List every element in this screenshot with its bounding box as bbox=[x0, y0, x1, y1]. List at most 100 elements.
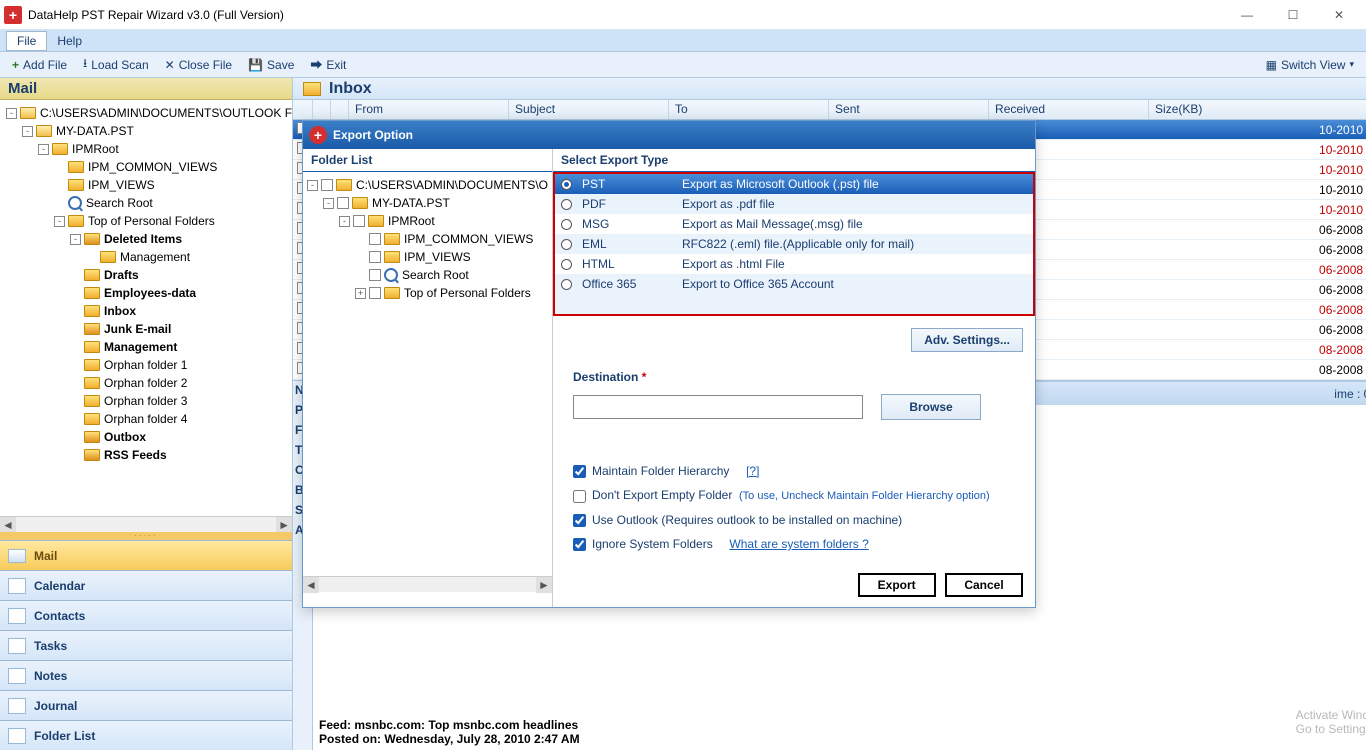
export-type-msg[interactable]: MSGExport as Mail Message(.msg) file bbox=[555, 214, 1033, 234]
folder-icon bbox=[303, 82, 321, 96]
folder-icon bbox=[100, 251, 116, 263]
expander-icon[interactable]: - bbox=[323, 198, 334, 209]
close-file-button[interactable]: ✕Close File bbox=[157, 55, 240, 75]
empty-folder-checkbox[interactable]: Don't Export Empty Folder (To use, Unche… bbox=[573, 488, 1023, 502]
tree-item[interactable]: IPM_COMMON_VIEWS bbox=[0, 158, 292, 176]
tree-item[interactable]: Inbox bbox=[0, 302, 292, 320]
expander-icon[interactable]: - bbox=[38, 144, 49, 155]
dialog-tree-item[interactable]: IPM_VIEWS bbox=[303, 248, 552, 266]
tree-item[interactable]: Junk E-mail bbox=[0, 320, 292, 338]
checkbox[interactable] bbox=[321, 179, 333, 191]
tree-item[interactable]: Orphan folder 2 bbox=[0, 374, 292, 392]
destination-input[interactable] bbox=[573, 395, 863, 419]
navcat-mail[interactable]: Mail bbox=[0, 540, 292, 570]
dialog-tree-scrollbar[interactable]: ◄► bbox=[303, 576, 552, 592]
tree-item[interactable]: -Deleted Items bbox=[0, 230, 292, 248]
tree-item[interactable]: Orphan folder 3 bbox=[0, 392, 292, 410]
expander-icon[interactable]: - bbox=[70, 234, 81, 245]
radio-icon[interactable] bbox=[561, 199, 572, 210]
menu-help[interactable]: Help bbox=[47, 32, 92, 50]
dialog-tree-item[interactable]: Search Root bbox=[303, 266, 552, 284]
checkbox[interactable] bbox=[369, 233, 381, 245]
export-dialog: + Export Option Folder List -C:\USERS\AD… bbox=[302, 120, 1036, 608]
add-file-button[interactable]: +Add File bbox=[4, 55, 75, 75]
expander-icon[interactable]: + bbox=[355, 288, 366, 299]
tree-item[interactable]: IPM_VIEWS bbox=[0, 176, 292, 194]
expander-icon[interactable]: - bbox=[6, 108, 17, 119]
grid-header[interactable]: From Subject To Sent Received Size(KB) bbox=[293, 100, 1366, 120]
tree-item[interactable]: Employees-data bbox=[0, 284, 292, 302]
dialog-folder-tree[interactable]: -C:\USERS\ADMIN\DOCUMENTS\O-MY-DATA.PST-… bbox=[303, 172, 552, 306]
dialog-tree-item[interactable]: IPM_COMMON_VIEWS bbox=[303, 230, 552, 248]
tree-item[interactable]: Management bbox=[0, 338, 292, 356]
dialog-title-bar[interactable]: + Export Option bbox=[303, 121, 1035, 149]
export-type-html[interactable]: HTMLExport as .html File bbox=[555, 254, 1033, 274]
dialog-tree-item[interactable]: -C:\USERS\ADMIN\DOCUMENTS\O bbox=[303, 176, 552, 194]
checkbox[interactable] bbox=[369, 287, 381, 299]
folder-tree[interactable]: -C:\USERS\ADMIN\DOCUMENTS\OUTLOOK F-MY-D… bbox=[0, 100, 292, 516]
expander-icon[interactable]: - bbox=[339, 216, 350, 227]
dialog-tree-item[interactable]: -IPMRoot bbox=[303, 212, 552, 230]
tree-item[interactable]: -Top of Personal Folders bbox=[0, 212, 292, 230]
radio-icon[interactable] bbox=[561, 239, 572, 250]
browse-button[interactable]: Browse bbox=[881, 394, 981, 420]
navcat-journal[interactable]: Journal bbox=[0, 690, 292, 720]
export-type-pst[interactable]: PSTExport as Microsoft Outlook (.pst) fi… bbox=[555, 174, 1033, 194]
cancel-button[interactable]: Cancel bbox=[945, 573, 1023, 597]
navcat-contacts[interactable]: Contacts bbox=[0, 600, 292, 630]
expander-icon[interactable]: - bbox=[22, 126, 33, 137]
close-button[interactable]: ✕ bbox=[1316, 0, 1362, 30]
adv-settings-button[interactable]: Adv. Settings... bbox=[911, 328, 1023, 352]
checkbox[interactable] bbox=[369, 269, 381, 281]
minimize-button[interactable]: — bbox=[1224, 0, 1270, 30]
menu-file[interactable]: File bbox=[6, 31, 47, 51]
ignore-system-checkbox[interactable]: Ignore System Folders What are system fo… bbox=[573, 537, 1023, 551]
switch-view-button[interactable]: ▦Switch View ▾ bbox=[1258, 55, 1362, 75]
expander-icon[interactable]: - bbox=[54, 216, 65, 227]
tree-item[interactable]: -MY-DATA.PST bbox=[0, 122, 292, 140]
export-type-office-365[interactable]: Office 365Export to Office 365 Account bbox=[555, 274, 1033, 294]
dialog-buttons: Export Cancel bbox=[553, 567, 1035, 607]
folder-icon bbox=[84, 449, 100, 461]
tasks-icon bbox=[8, 638, 26, 654]
folder-icon bbox=[84, 323, 100, 335]
tree-item[interactable]: Orphan folder 1 bbox=[0, 356, 292, 374]
tree-item[interactable]: Orphan folder 4 bbox=[0, 410, 292, 428]
export-type-pdf[interactable]: PDFExport as .pdf file bbox=[555, 194, 1033, 214]
splitter-grip[interactable]: ····· bbox=[0, 532, 292, 540]
radio-icon[interactable] bbox=[561, 219, 572, 230]
save-button[interactable]: 💾Save bbox=[240, 55, 302, 75]
maintain-hierarchy-checkbox[interactable]: Maintain Folder Hierarchy [?] bbox=[573, 464, 1023, 478]
radio-icon[interactable] bbox=[561, 179, 572, 190]
tree-item[interactable]: Search Root bbox=[0, 194, 292, 212]
maximize-button[interactable]: ☐ bbox=[1270, 0, 1316, 30]
use-outlook-checkbox[interactable]: Use Outlook (Requires outlook to be inst… bbox=[573, 513, 1023, 527]
dialog-tree-item[interactable]: +Top of Personal Folders bbox=[303, 284, 552, 302]
help-link[interactable]: [?] bbox=[746, 464, 759, 478]
tree-item[interactable]: -IPMRoot bbox=[0, 140, 292, 158]
navcat-tasks[interactable]: Tasks bbox=[0, 630, 292, 660]
tree-scrollbar[interactable]: ◄► bbox=[0, 516, 292, 532]
tree-item[interactable]: RSS Feeds bbox=[0, 446, 292, 464]
load-scan-button[interactable]: ⭳Load Scan bbox=[75, 51, 157, 78]
navcat-notes[interactable]: Notes bbox=[0, 660, 292, 690]
folder-icon bbox=[84, 305, 100, 317]
dialog-tree-item[interactable]: -MY-DATA.PST bbox=[303, 194, 552, 212]
tree-item[interactable]: -C:\USERS\ADMIN\DOCUMENTS\OUTLOOK F bbox=[0, 104, 292, 122]
radio-icon[interactable] bbox=[561, 259, 572, 270]
tree-item[interactable]: Management bbox=[0, 248, 292, 266]
exit-button[interactable]: ⮕Exit bbox=[302, 53, 354, 76]
radio-icon[interactable] bbox=[561, 279, 572, 290]
checkbox[interactable] bbox=[369, 251, 381, 263]
export-type-eml[interactable]: EMLRFC822 (.eml) file.(Applicable only f… bbox=[555, 234, 1033, 254]
system-folders-link[interactable]: What are system folders ? bbox=[729, 537, 868, 551]
tree-item[interactable]: Outbox bbox=[0, 428, 292, 446]
tree-item[interactable]: Drafts bbox=[0, 266, 292, 284]
navcat-folder-list[interactable]: Folder List bbox=[0, 720, 292, 750]
checkbox[interactable] bbox=[353, 215, 365, 227]
export-button[interactable]: Export bbox=[858, 573, 936, 597]
nav-categories: MailCalendarContactsTasksNotesJournalFol… bbox=[0, 540, 292, 750]
checkbox[interactable] bbox=[337, 197, 349, 209]
navcat-calendar[interactable]: Calendar bbox=[0, 570, 292, 600]
expander-icon[interactable]: - bbox=[307, 180, 318, 191]
